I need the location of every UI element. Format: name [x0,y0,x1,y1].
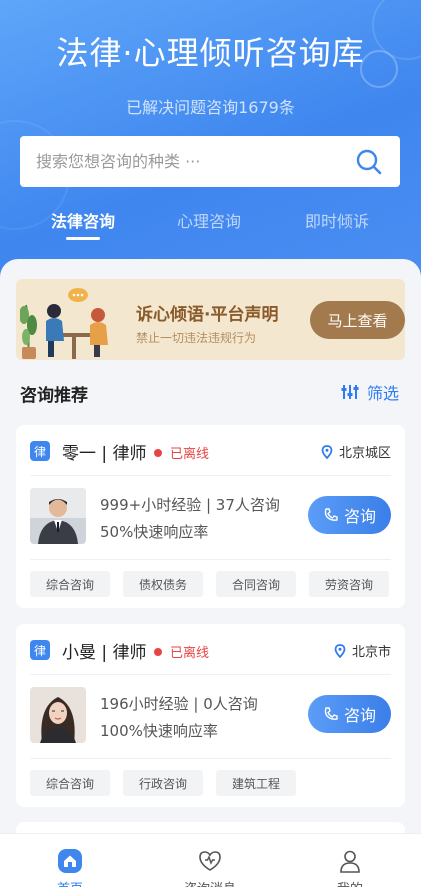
recommend-title: 咨询推荐 [20,386,88,406]
avatar[interactable] [30,488,86,544]
tag[interactable]: 债权债务 [123,571,203,597]
response-rate: 100%快速响应率 [100,722,218,740]
tabbar-label: 我的 [300,878,400,887]
divider [30,559,391,560]
location-text: 北京市 [351,645,391,660]
tag[interactable]: 行政咨询 [123,770,203,796]
avatar[interactable] [30,687,86,743]
response-rate: 50%快速响应率 [100,523,209,541]
location-text: 北京城区 [338,446,391,461]
tab-label: 心理咨询 [176,212,241,231]
tabbar-label: 咨询消息 [160,878,260,887]
lawyer-card[interactable]: 律 零一 | 律师 已离线 北京城区 999+小时经验 | 37人咨询 50%快… [16,425,405,608]
message-icon [199,851,221,871]
tab-legal[interactable]: 法律咨询 [28,208,138,240]
lawyer-name: 小曼 | 律师 [62,643,147,663]
tabbar-messages[interactable]: 咨询消息 [160,848,260,887]
lawyer-name: 零一 | 律师 [62,444,147,464]
consult-label: 咨询 [343,507,376,526]
tab-instant-talk[interactable]: 即时倾诉 [282,208,392,232]
divider [30,475,391,476]
notice-banner[interactable]: 诉心倾语·平台声明 禁止一切违法违规行为 马上查看 [16,279,405,360]
status-indicator: 已离线 [154,642,209,661]
lawyer-badge: 律 [30,441,50,461]
hero-header: 法律·心理倾听咨询库 已解决问题咨询1679条 法律咨询 心理咨询 即时倾诉 [0,0,421,300]
consult-label: 咨询 [343,706,376,725]
tag[interactable]: 建筑工程 [216,770,296,796]
divider [30,674,391,675]
home-icon [58,849,82,873]
avatar-man-icon [30,488,86,544]
avatar-woman-icon [30,687,86,743]
tab-psychology[interactable]: 心理咨询 [154,208,264,232]
status-dot [154,448,162,457]
card-header: 律 小曼 | 律师 已离线 北京市 [16,624,405,674]
consult-button[interactable]: 咨询 [308,695,391,733]
filter-label: 筛选 [366,384,399,403]
tabbar-label: 首页 [20,878,120,887]
phone-icon [324,707,338,720]
lawyer-card[interactable]: 律 小曼 | 律师 已离线 北京市 196小时经验 | 0人咨询 100%快速响… [16,624,405,807]
tabbar-profile[interactable]: 我的 [300,848,400,887]
tag[interactable]: 综合咨询 [30,571,110,597]
filter-icon [341,385,359,399]
search-bar[interactable] [20,136,400,187]
search-input[interactable] [36,152,354,171]
user-icon [340,850,360,873]
category-tabs: 法律咨询 心理咨询 即时倾诉 [0,208,421,248]
banner-title: 诉心倾语·平台声明 [136,305,279,325]
location-pin-icon [334,643,346,658]
bottom-tab-bar: 首页 咨询消息 我的 [0,833,421,887]
search-icon[interactable] [354,147,384,177]
tab-label: 法律咨询 [50,212,115,231]
tab-active-indicator [66,237,100,240]
banner-subtitle: 禁止一切违法违规行为 [136,331,257,345]
location: 北京市 [334,641,391,660]
status-indicator: 已离线 [154,443,209,462]
consultation-illustration-icon [20,288,108,359]
page-subtitle: 已解决问题咨询1679条 [126,98,295,117]
location-pin-icon [321,444,333,459]
status-text: 已离线 [170,646,210,661]
experience-stat: 999+小时经验 | 37人咨询 [100,496,280,514]
phone-icon [324,508,338,521]
tab-label: 即时倾诉 [304,212,369,231]
view-notice-button[interactable]: 马上查看 [310,301,405,339]
status-text: 已离线 [170,447,210,462]
filter-button[interactable]: 筛选 [341,380,399,404]
tag[interactable]: 综合咨询 [30,770,110,796]
divider [30,758,391,759]
consult-button[interactable]: 咨询 [308,496,391,534]
tag[interactable]: 劳资咨询 [309,571,389,597]
tag[interactable]: 合同咨询 [216,571,296,597]
lawyer-badge: 律 [30,640,50,660]
experience-stat: 196小时经验 | 0人咨询 [100,695,258,713]
card-header: 律 零一 | 律师 已离线 北京城区 [16,425,405,475]
tabbar-home[interactable]: 首页 [20,848,120,887]
status-dot [154,647,162,656]
location: 北京城区 [321,442,391,461]
page-title: 法律·心理倾听咨询库 [56,34,365,72]
